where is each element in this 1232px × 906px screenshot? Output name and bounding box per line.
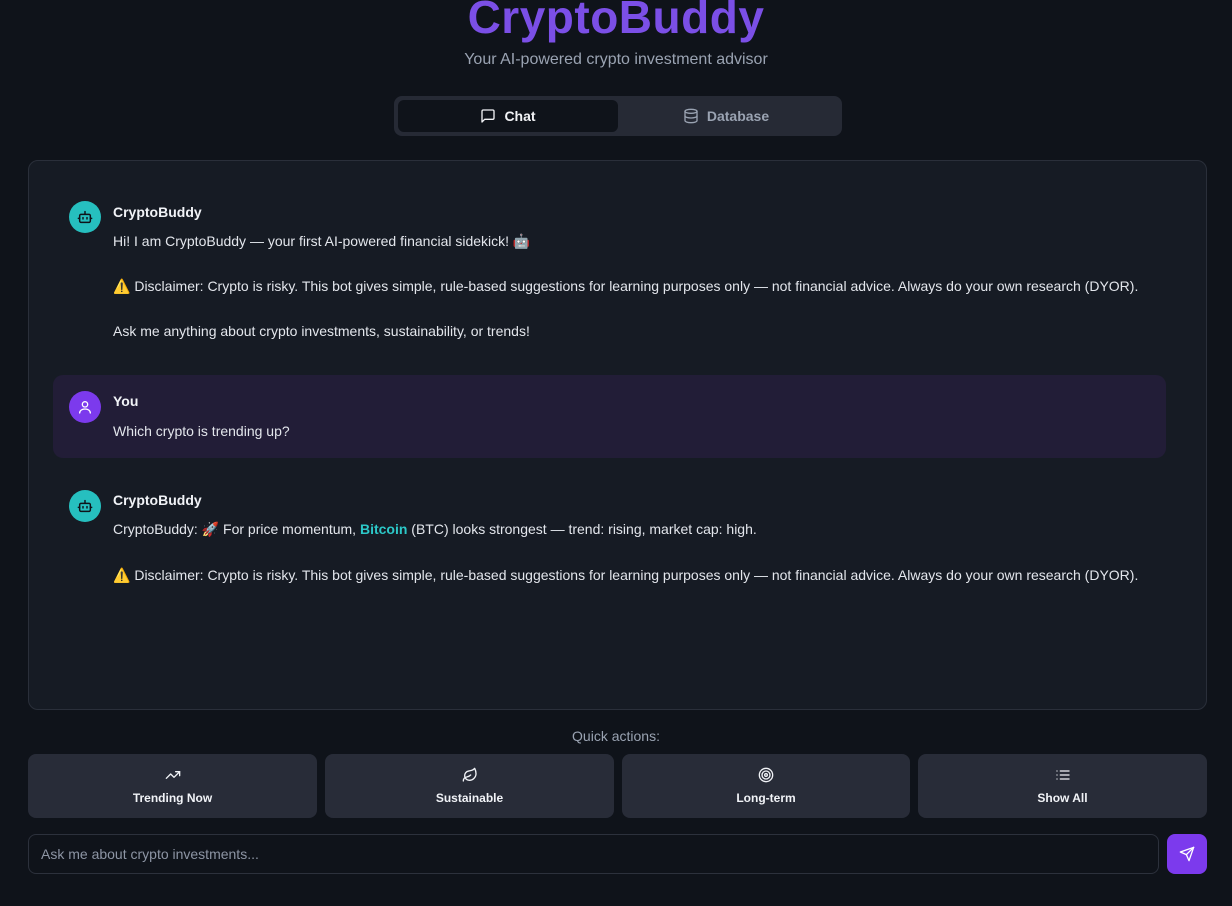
robot-icon bbox=[77, 210, 93, 224]
chat-message-bot: CryptoBuddy Hi! I am CryptoBuddy — your … bbox=[53, 181, 1166, 361]
answer-prefix: CryptoBuddy: 🚀 For price momentum, bbox=[113, 521, 360, 537]
quick-actions-label: Quick actions: bbox=[572, 728, 660, 744]
chat-panel[interactable]: CryptoBuddy Hi! I am CryptoBuddy — your … bbox=[28, 160, 1207, 710]
chat-bubble-icon bbox=[481, 109, 496, 123]
warning-icon: ⚠️ bbox=[113, 567, 131, 583]
message-answer: CryptoBuddy: 🚀 For price momentum, Bitco… bbox=[113, 520, 757, 538]
disclaimer-text: Disclaimer: Crypto is risky. This bot gi… bbox=[134, 278, 1139, 294]
database-icon bbox=[684, 108, 698, 124]
target-icon bbox=[758, 767, 774, 783]
message-prompt: Ask me anything about crypto investments… bbox=[113, 323, 530, 339]
tab-database-label: Database bbox=[706, 108, 770, 124]
user-icon bbox=[79, 401, 91, 414]
quick-action-label: Show All bbox=[1037, 791, 1088, 805]
robot-icon bbox=[77, 499, 93, 513]
send-icon bbox=[1179, 846, 1195, 862]
message-greeting: Hi! I am CryptoBuddy — your first AI-pow… bbox=[113, 233, 531, 249]
message-text: Which crypto is trending up? bbox=[113, 423, 290, 439]
message-disclaimer: ⚠️ Disclaimer: Crypto is risky. This bot… bbox=[113, 277, 1138, 295]
quick-action-sustainable[interactable]: Sustainable bbox=[325, 754, 614, 818]
bot-avatar bbox=[69, 201, 101, 233]
message-disclaimer: ⚠️ Disclaimer: Crypto is risky. This bot… bbox=[113, 566, 1138, 584]
app-subtitle: Your AI-powered crypto investment adviso… bbox=[464, 51, 768, 68]
quick-action-label: Long-term bbox=[736, 791, 796, 805]
tab-chat[interactable]: Chat bbox=[398, 100, 618, 132]
leaf-icon bbox=[462, 767, 477, 782]
tab-database[interactable]: Database bbox=[616, 100, 836, 132]
message-sender: CryptoBuddy bbox=[113, 204, 202, 220]
chat-input[interactable] bbox=[28, 834, 1159, 874]
user-avatar bbox=[69, 391, 101, 423]
bot-avatar bbox=[69, 490, 101, 522]
warning-icon: ⚠️ bbox=[113, 278, 131, 294]
chat-message-user: You Which crypto is trending up? bbox=[53, 375, 1166, 458]
quick-action-show-all[interactable]: Show All bbox=[918, 754, 1207, 818]
coin-highlight: Bitcoin bbox=[359, 521, 408, 537]
quick-action-label: Trending Now bbox=[132, 791, 213, 805]
disclaimer-text: Disclaimer: Crypto is risky. This bot gi… bbox=[134, 567, 1139, 583]
quick-action-long-term[interactable]: Long-term bbox=[622, 754, 910, 818]
quick-action-trending-now[interactable]: Trending Now bbox=[28, 754, 317, 818]
send-button[interactable] bbox=[1167, 834, 1207, 874]
list-icon bbox=[1055, 770, 1070, 780]
quick-action-label: Sustainable bbox=[435, 791, 504, 805]
message-sender: You bbox=[113, 393, 139, 409]
tab-chat-label: Chat bbox=[504, 108, 536, 124]
message-sender: CryptoBuddy bbox=[113, 492, 202, 508]
tab-bar: Chat Database bbox=[394, 96, 842, 136]
app-title: CryptoBuddy bbox=[467, 0, 765, 43]
chat-message-bot: CryptoBuddy CryptoBuddy: 🚀 For price mom… bbox=[53, 471, 1166, 601]
answer-suffix: (BTC) looks strongest — trend: rising, m… bbox=[407, 521, 757, 537]
trending-up-icon bbox=[165, 771, 180, 779]
